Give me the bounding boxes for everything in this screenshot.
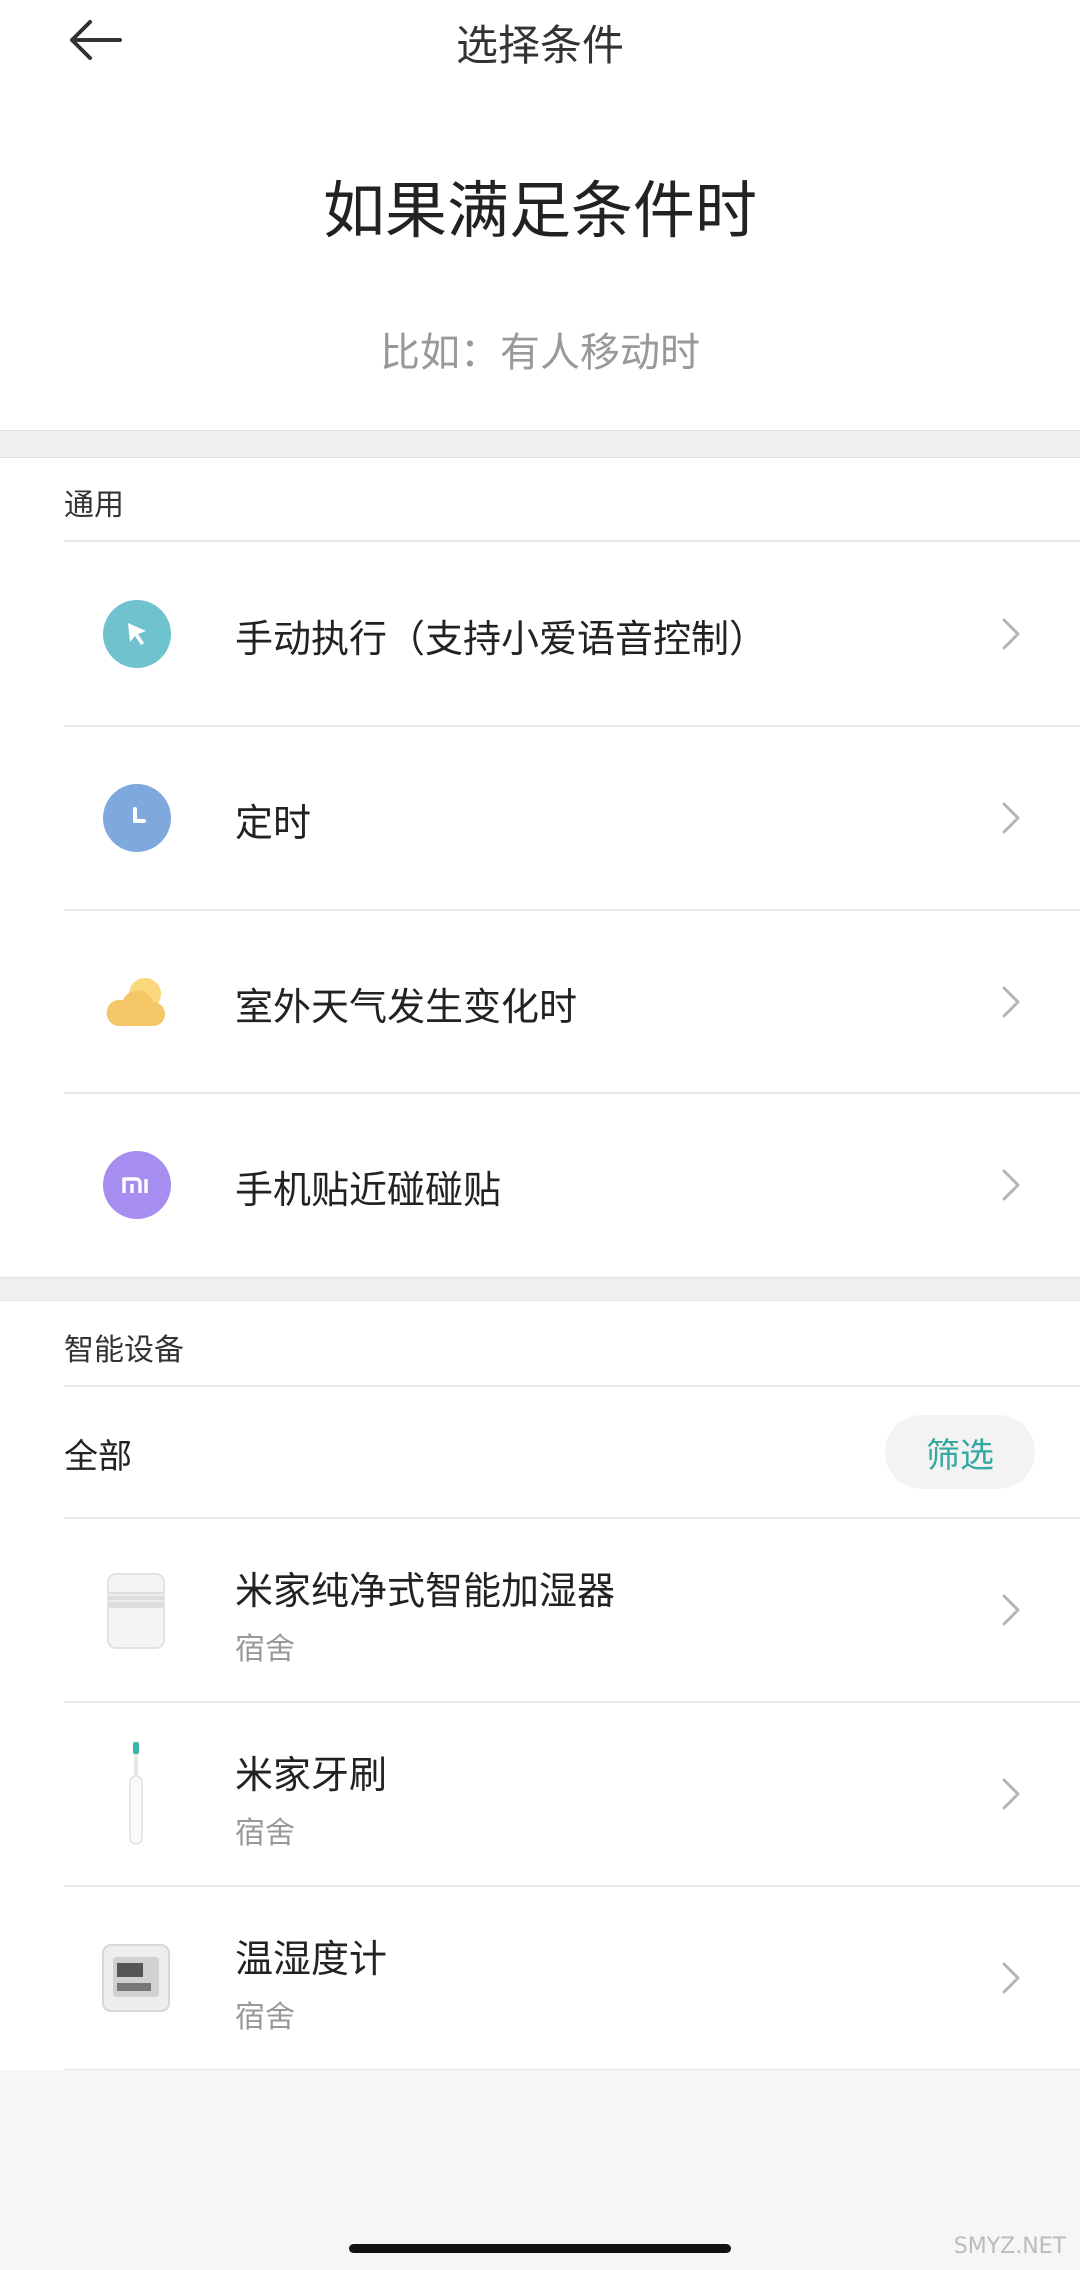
section-separator	[0, 430, 1080, 458]
section-label-general: 通用	[64, 488, 124, 523]
device-room: 宿舍	[235, 2000, 295, 2035]
condition-weather-change[interactable]: 室外天气发生变化时	[0, 910, 1080, 1094]
condition-label: 手机贴近碰碰贴	[235, 1168, 502, 1212]
chevron-right-icon	[1002, 1962, 1020, 1994]
mi-logo-icon	[103, 1151, 171, 1219]
condition-label: 室外天气发生变化时	[235, 985, 578, 1029]
chevron-right-icon	[1002, 986, 1020, 1018]
chevron-right-icon	[1002, 1778, 1020, 1810]
device-filter-bar: 全部 筛选	[0, 1387, 1080, 1517]
device-row-thermometer[interactable]: 温湿度计 宿舍	[0, 1886, 1080, 2070]
section-label-smart-devices: 智能设备	[64, 1333, 184, 1368]
chevron-right-icon	[1002, 1594, 1020, 1626]
section-separator	[0, 1277, 1080, 1301]
cursor-icon	[103, 600, 171, 668]
thermometer-hygrometer-icon	[96, 1926, 176, 2030]
condition-label: 手动执行（支持小爱语音控制）	[235, 617, 768, 661]
all-devices-label: 全部	[64, 1437, 132, 1477]
humidifier-icon	[96, 1558, 176, 1662]
bottom-area	[0, 2070, 1080, 2270]
chevron-right-icon	[1002, 618, 1020, 650]
condition-manual-execute[interactable]: 手动执行（支持小爱语音控制）	[0, 542, 1080, 726]
page-title: 选择条件	[455, 21, 624, 70]
chevron-right-icon	[1002, 1169, 1020, 1201]
device-row-toothbrush[interactable]: 米家牙刷 宿舍	[0, 1702, 1080, 1886]
condition-nfc-tag[interactable]: 手机贴近碰碰贴	[0, 1093, 1080, 1277]
home-indicator[interactable]	[349, 2244, 731, 2253]
device-room: 宿舍	[235, 1816, 295, 1851]
device-name: 温湿度计	[235, 1937, 388, 1981]
top-bar: 选择条件	[0, 0, 1080, 80]
weather-cloud-icon	[103, 968, 171, 1036]
toothbrush-icon	[96, 1742, 176, 1846]
device-name: 米家牙刷	[235, 1753, 388, 1797]
condition-label: 定时	[235, 801, 312, 845]
device-room: 宿舍	[235, 1632, 295, 1667]
clock-icon	[103, 784, 171, 852]
device-row-humidifier[interactable]: 米家纯净式智能加湿器 宿舍	[0, 1518, 1080, 1702]
watermark: SMYZ.NET	[953, 2234, 1066, 2259]
chevron-right-icon	[1002, 802, 1020, 834]
device-name: 米家纯净式智能加湿器	[235, 1569, 616, 1613]
hero-subtitle: 比如：有人移动时	[380, 330, 700, 376]
filter-button[interactable]: 筛选	[885, 1415, 1035, 1489]
condition-timer[interactable]: 定时	[0, 726, 1080, 910]
hero-title: 如果满足条件时	[322, 174, 757, 247]
